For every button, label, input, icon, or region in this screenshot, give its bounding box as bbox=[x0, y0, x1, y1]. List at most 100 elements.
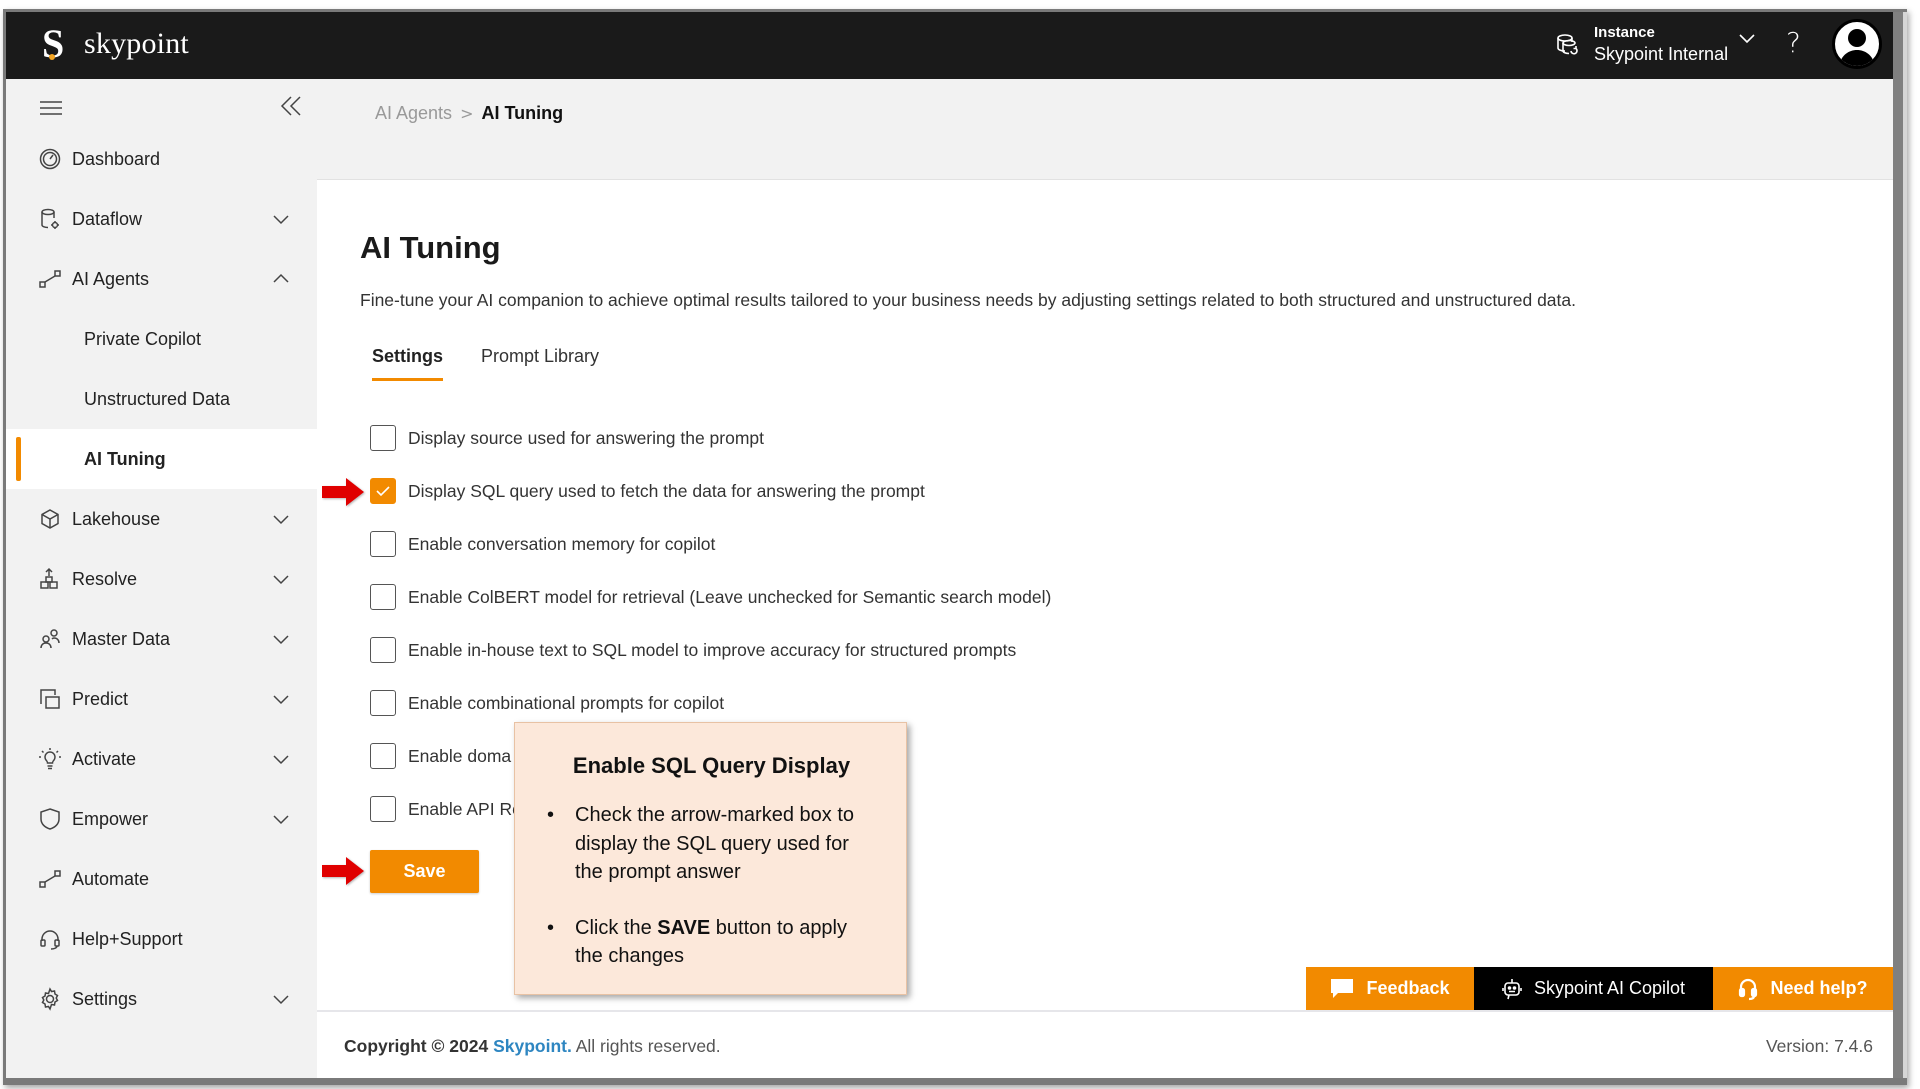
sidebar-item-dataflow[interactable]: Dataflow bbox=[6, 189, 317, 249]
chat-bubble-icon bbox=[1331, 978, 1354, 998]
breadcrumb-bar: AI Agents > AI Tuning bbox=[317, 79, 1893, 180]
tab-settings[interactable]: Settings bbox=[372, 346, 444, 381]
top-header: S skypoint Instance Skypoint Internal ? bbox=[6, 12, 1893, 79]
logo-mark-icon: S bbox=[42, 21, 65, 66]
option-enable-api[interactable]: Enable API Re bbox=[370, 794, 522, 824]
option-label: Display SQL query used to fetch the data… bbox=[408, 480, 925, 501]
shield-icon bbox=[40, 808, 60, 830]
chevron-down-icon bbox=[273, 635, 289, 645]
sidebar-item-label: AI Agents bbox=[72, 268, 150, 289]
callout-bullet-text: Check the arrow-marked box to display th… bbox=[575, 804, 855, 883]
breadcrumb-separator-icon: > bbox=[460, 104, 474, 123]
dashboard-gauge-icon bbox=[39, 148, 61, 170]
automate-icon bbox=[39, 870, 61, 888]
checkbox[interactable] bbox=[370, 637, 396, 663]
option-label: Enable ColBERT model for retrieval (Leav… bbox=[408, 586, 1052, 607]
chevron-down-icon bbox=[273, 695, 289, 705]
checkbox[interactable] bbox=[370, 690, 396, 716]
sidebar-subitem-ai-tuning[interactable]: AI Tuning bbox=[6, 429, 317, 489]
users-icon bbox=[40, 629, 60, 649]
headset-icon bbox=[40, 930, 60, 950]
sidebar-item-label: Resolve bbox=[72, 568, 138, 589]
copyright: Copyright © 2024 Skypoint. All rights re… bbox=[344, 1036, 721, 1057]
sidebar-item-label: Empower bbox=[72, 808, 149, 829]
sidebar-subitem-unstructured-data[interactable]: Unstructured Data bbox=[6, 369, 317, 429]
checkbox[interactable] bbox=[370, 584, 396, 610]
collapse-sidebar-icon[interactable] bbox=[278, 93, 304, 119]
instance-selector[interactable]: Instance Skypoint Internal bbox=[1554, 20, 1756, 70]
sidebar-item-label: Dashboard bbox=[72, 148, 161, 169]
sidebar-item-help-support[interactable]: Help+Support bbox=[6, 909, 317, 969]
app-version: Version: 7.4.6 bbox=[1765, 1036, 1873, 1056]
footer-brand-link[interactable]: Skypoint. bbox=[493, 1036, 572, 1056]
option-display-sql-query[interactable]: Display SQL query used to fetch the data… bbox=[370, 476, 925, 506]
option-colbert-model[interactable]: Enable ColBERT model for retrieval (Leav… bbox=[370, 582, 1051, 612]
instance-database-icon bbox=[1557, 34, 1578, 55]
tabs: Settings Prompt Library bbox=[372, 346, 637, 381]
checkbox[interactable] bbox=[370, 531, 396, 557]
option-conversation-memory[interactable]: Enable conversation memory for copilot bbox=[370, 529, 715, 559]
sidebar-item-empower[interactable]: Empower bbox=[6, 789, 317, 849]
sidebar-item-dashboard[interactable]: Dashboard bbox=[6, 129, 317, 189]
sidebar-item-resolve[interactable]: Resolve bbox=[6, 549, 317, 609]
checkbox-checked[interactable] bbox=[370, 478, 396, 504]
page-description: Fine-tune your AI companion to achieve o… bbox=[360, 290, 1576, 310]
help-icon[interactable]: ? bbox=[1786, 26, 1801, 59]
option-label: Enable combinational prompts for copilot bbox=[408, 692, 725, 713]
logo[interactable]: S skypoint bbox=[42, 22, 189, 66]
annotation-arrow-icon bbox=[322, 478, 364, 506]
chevron-down-icon bbox=[273, 575, 289, 585]
checkbox[interactable] bbox=[370, 743, 396, 769]
sidebar-item-automate[interactable]: Automate bbox=[6, 849, 317, 909]
dataflow-icon bbox=[41, 208, 59, 229]
sidebar-item-activate[interactable]: Activate bbox=[6, 729, 317, 789]
annotation-arrow-icon bbox=[322, 857, 364, 885]
hamburger-menu-icon[interactable] bbox=[40, 101, 62, 115]
option-inhouse-text-to-sql[interactable]: Enable in-house text to SQL model to imp… bbox=[370, 635, 1016, 665]
annotation-callout: Enable SQL Query Display Check the arrow… bbox=[514, 722, 907, 995]
sidebar-subitem-private-copilot[interactable]: Private Copilot bbox=[6, 309, 317, 369]
tab-prompt-library[interactable]: Prompt Library bbox=[481, 346, 599, 381]
checkmark-icon bbox=[376, 486, 390, 497]
save-button[interactable]: Save bbox=[370, 850, 479, 893]
checkbox[interactable] bbox=[370, 425, 396, 451]
callout-bullet: Check the arrow-marked box to display th… bbox=[545, 801, 878, 887]
sidebar-item-label: AI Tuning bbox=[84, 448, 166, 469]
chevron-down-icon bbox=[273, 215, 289, 225]
sidebar-item-label: Master Data bbox=[72, 628, 171, 649]
callout-bullet: Click the SAVE button to apply the chang… bbox=[545, 914, 878, 971]
headset-icon bbox=[1739, 978, 1758, 1000]
need-help-label: Need help? bbox=[1770, 978, 1868, 998]
need-help-button[interactable]: Need help? bbox=[1713, 967, 1893, 1010]
breadcrumb-ai-agents[interactable]: AI Agents bbox=[375, 103, 452, 124]
option-display-source[interactable]: Display source used for answering the pr… bbox=[370, 423, 764, 453]
sidebar-item-label: Private Copilot bbox=[84, 328, 202, 349]
option-label: Enable doma bbox=[408, 745, 512, 766]
sidebar-item-label: Lakehouse bbox=[72, 508, 161, 529]
sidebar-item-label: Unstructured Data bbox=[84, 388, 231, 409]
user-avatar-icon[interactable] bbox=[1832, 19, 1882, 69]
sidebar-item-master-data[interactable]: Master Data bbox=[6, 609, 317, 669]
feedback-button[interactable]: Feedback bbox=[1306, 967, 1474, 1010]
robot-icon bbox=[1502, 978, 1522, 999]
sidebar-item-settings[interactable]: Settings bbox=[6, 969, 317, 1029]
option-combinational-prompts[interactable]: Enable combinational prompts for copilot bbox=[370, 688, 724, 718]
callout-bullet-bold: SAVE bbox=[657, 916, 711, 939]
checkbox[interactable] bbox=[370, 796, 396, 822]
lightbulb-icon bbox=[39, 748, 61, 770]
option-label: Display source used for answering the pr… bbox=[408, 427, 765, 448]
sidebar-item-label: Predict bbox=[72, 688, 129, 709]
chevron-down-icon bbox=[273, 995, 289, 1005]
chevron-down-icon bbox=[273, 755, 289, 765]
sidebar-item-predict[interactable]: Predict bbox=[6, 669, 317, 729]
instance-value: Skypoint Internal bbox=[1594, 44, 1729, 64]
breadcrumb: AI Agents > AI Tuning bbox=[375, 103, 563, 124]
sidebar-item-lakehouse[interactable]: Lakehouse bbox=[6, 489, 317, 549]
footer: Copyright © 2024 Skypoint. All rights re… bbox=[317, 1010, 1893, 1078]
option-enable-domain[interactable]: Enable doma bbox=[370, 741, 511, 771]
option-label: Enable in-house text to SQL model to imp… bbox=[408, 639, 1017, 660]
sidebar-item-ai-agents[interactable]: AI Agents bbox=[6, 249, 317, 309]
chevron-down-icon bbox=[273, 815, 289, 825]
skypoint-ai-copilot-button[interactable]: Skypoint AI Copilot bbox=[1474, 967, 1713, 1010]
callout-bullet-text: Click the bbox=[575, 916, 658, 939]
